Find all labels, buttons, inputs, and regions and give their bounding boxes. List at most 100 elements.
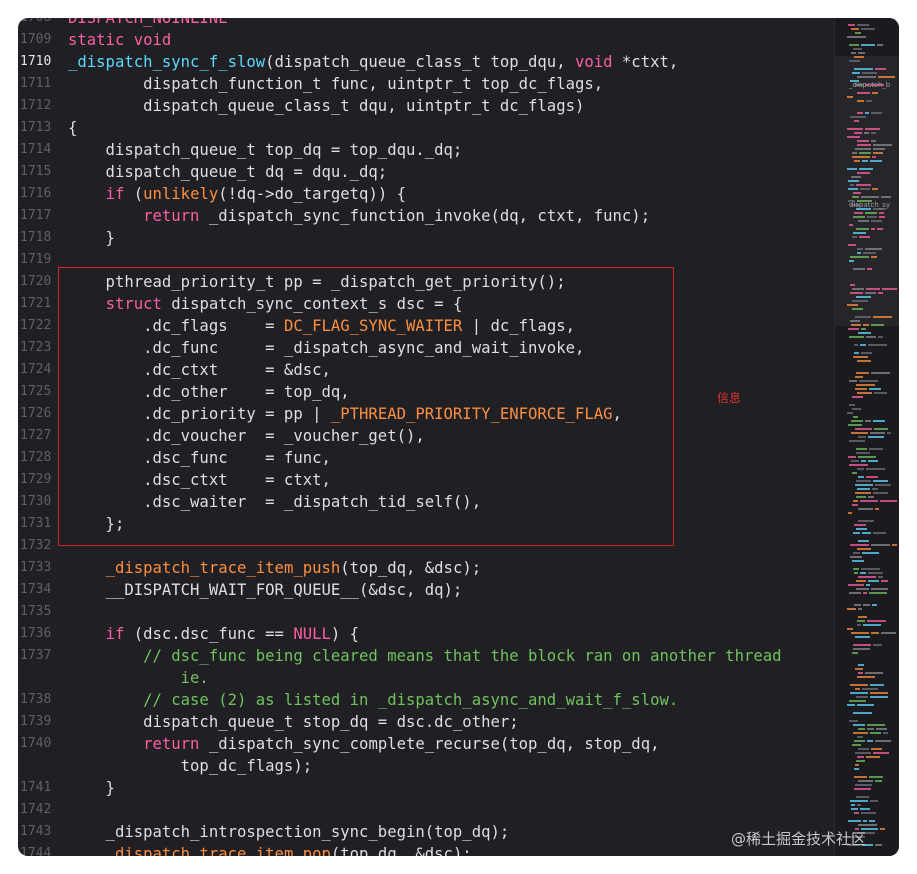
minimap-stroke (875, 508, 879, 510)
minimap-stroke (867, 724, 885, 726)
minimap-stroke (856, 184, 871, 186)
code-line[interactable]: 1710 _dispatch_sync_f_slow(dispatch_queue… (18, 51, 899, 73)
code-text[interactable]: _dispatch_trace_item_pop(top_dq, &dsc); (68, 843, 472, 856)
code-text[interactable]: ie. (68, 667, 209, 689)
line-number: 1709 (20, 32, 52, 47)
minimap-stroke (854, 68, 873, 70)
code-text[interactable]: return _dispatch_sync_complete_recurse(t… (68, 733, 659, 755)
code-text[interactable]: dispatch_queue_t top_dq = top_dqu._dq; (68, 139, 463, 161)
code-text[interactable]: dispatch_queue_t dq = dqu._dq; (68, 161, 388, 183)
code-text[interactable]: dispatch_queue_class_t dqu, uintptr_t dc… (68, 95, 584, 117)
minimap-stroke (848, 328, 859, 330)
minimap-stroke (853, 724, 865, 726)
code-text[interactable]: _dispatch_sync_f_slow(dispatch_queue_cla… (68, 51, 678, 73)
code-line[interactable]: 1739 dispatch_queue_t stop_dq = dsc.dc_o… (18, 711, 899, 733)
minimap-stroke (851, 632, 869, 634)
code-line[interactable]: 1741 } (18, 777, 899, 799)
minimap-stroke (858, 332, 871, 334)
code-text[interactable]: // dsc_func being cleared means that the… (68, 645, 781, 667)
minimap-stroke (858, 456, 876, 458)
minimap-stroke (861, 812, 876, 814)
minimap-stroke (852, 652, 858, 654)
code-text[interactable]: _dispatch_introspection_sync_begin(top_d… (68, 821, 510, 843)
code-token: ie. (68, 669, 209, 687)
code-text[interactable]: dispatch_queue_t stop_dq = dsc.dc_other; (68, 711, 519, 733)
minimap-stroke (855, 32, 861, 34)
minimap-stroke (873, 480, 888, 482)
minimap-stroke (851, 432, 868, 434)
line-number: 1719 (20, 252, 52, 267)
minimap[interactable]: _dispatch_b dispatch_sy (834, 18, 899, 856)
code-line[interactable]: 1742 (18, 799, 899, 821)
code-text[interactable]: _dispatch_trace_item_push(top_dq, &dsc); (68, 557, 482, 579)
code-line[interactable]: 1714 dispatch_queue_t top_dq = top_dqu._… (18, 139, 899, 161)
code-line[interactable]: 1718 } (18, 227, 899, 249)
minimap-stroke (871, 372, 890, 374)
code-text[interactable]: if (dsc.dsc_func == NULL) { (68, 623, 360, 645)
minimap-stroke (850, 116, 866, 118)
line-number: 1725 (20, 384, 52, 399)
code-text[interactable]: top_dc_flags); (68, 755, 312, 777)
code-text[interactable]: dispatch_function_t func, uintptr_t top_… (68, 73, 603, 95)
minimap-stroke (850, 256, 869, 258)
code-text[interactable]: static void (68, 29, 171, 51)
minimap-stroke (851, 420, 863, 422)
line-number: 1743 (20, 824, 52, 839)
code-line[interactable]: ie. (18, 667, 899, 689)
line-number: 1728 (20, 450, 52, 465)
minimap-stroke (847, 168, 857, 170)
code-line[interactable]: top_dc_flags); (18, 755, 899, 777)
line-number: 1711 (20, 76, 52, 91)
minimap-stroke (857, 736, 863, 738)
code-text[interactable]: return _dispatch_sync_function_invoke(dq… (68, 205, 650, 227)
code-line[interactable]: 1740 return _dispatch_sync_complete_recu… (18, 733, 899, 755)
minimap-stroke (857, 804, 861, 806)
code-text[interactable]: __DISPATCH_WAIT_FOR_QUEUE__(&dsc, dq); (68, 579, 463, 601)
minimap-viewport[interactable] (835, 56, 899, 326)
code-token: } (68, 779, 115, 797)
code-line[interactable]: 1737 // dsc_func being cleared means tha… (18, 645, 899, 667)
minimap-stroke (859, 380, 878, 382)
minimap-stroke (857, 488, 870, 490)
code-line[interactable]: 1717 return _dispatch_sync_function_invo… (18, 205, 899, 227)
minimap-stroke (856, 588, 869, 590)
minimap-stroke (870, 800, 878, 802)
minimap-stroke (847, 628, 853, 630)
code-text[interactable]: { (68, 117, 77, 139)
line-number: 1735 (20, 604, 52, 619)
code-line[interactable]: 1716 if (unlikely(!dq->do_targetq)) { (18, 183, 899, 205)
code-text[interactable]: if (unlikely(!dq->do_targetq)) { (68, 183, 406, 205)
line-number: 1740 (20, 736, 52, 751)
minimap-stroke (868, 344, 887, 346)
code-line[interactable]: 1733 _dispatch_trace_item_push(top_dq, &… (18, 557, 899, 579)
line-number: 1712 (20, 98, 52, 113)
minimap-stroke (870, 732, 881, 734)
minimap-stroke (860, 572, 866, 574)
minimap-stroke (871, 228, 875, 230)
minimap-stroke (882, 288, 897, 290)
code-line[interactable]: 1711 dispatch_function_t func, uintptr_t… (18, 73, 899, 95)
line-number: 1744 (20, 846, 52, 856)
code-text[interactable]: DISPATCH_NOINLINE (68, 18, 228, 29)
code-line[interactable]: 1738 // case (2) as listed in _dispatch_… (18, 689, 899, 711)
minimap-stroke (852, 236, 857, 238)
code-text[interactable]: } (68, 227, 115, 249)
minimap-stroke (858, 616, 867, 618)
code-line[interactable]: 1735 (18, 601, 899, 623)
code-line[interactable]: 1709 static void (18, 29, 899, 51)
code-line[interactable]: 1736 if (dsc.dsc_func == NULL) { (18, 623, 899, 645)
code-line[interactable]: 1734 __DISPATCH_WAIT_FOR_QUEUE__(&dsc, d… (18, 579, 899, 601)
code-line[interactable]: 1712 dispatch_queue_class_t dqu, uintptr… (18, 95, 899, 117)
code-line[interactable]: 1708 DISPATCH_NOINLINE (18, 18, 899, 29)
minimap-stroke (858, 672, 863, 674)
minimap-stroke (857, 468, 864, 470)
minimap-stroke (854, 812, 859, 814)
code-line[interactable]: 1715 dispatch_queue_t dq = dqu._dq; (18, 161, 899, 183)
minimap-stroke (871, 132, 876, 134)
code-text[interactable]: // case (2) as listed in _dispatch_async… (68, 689, 678, 711)
minimap-stroke (862, 532, 871, 534)
line-number: 1723 (20, 340, 52, 355)
code-line[interactable]: 1713 { (18, 117, 899, 139)
code-text[interactable]: } (68, 777, 115, 799)
